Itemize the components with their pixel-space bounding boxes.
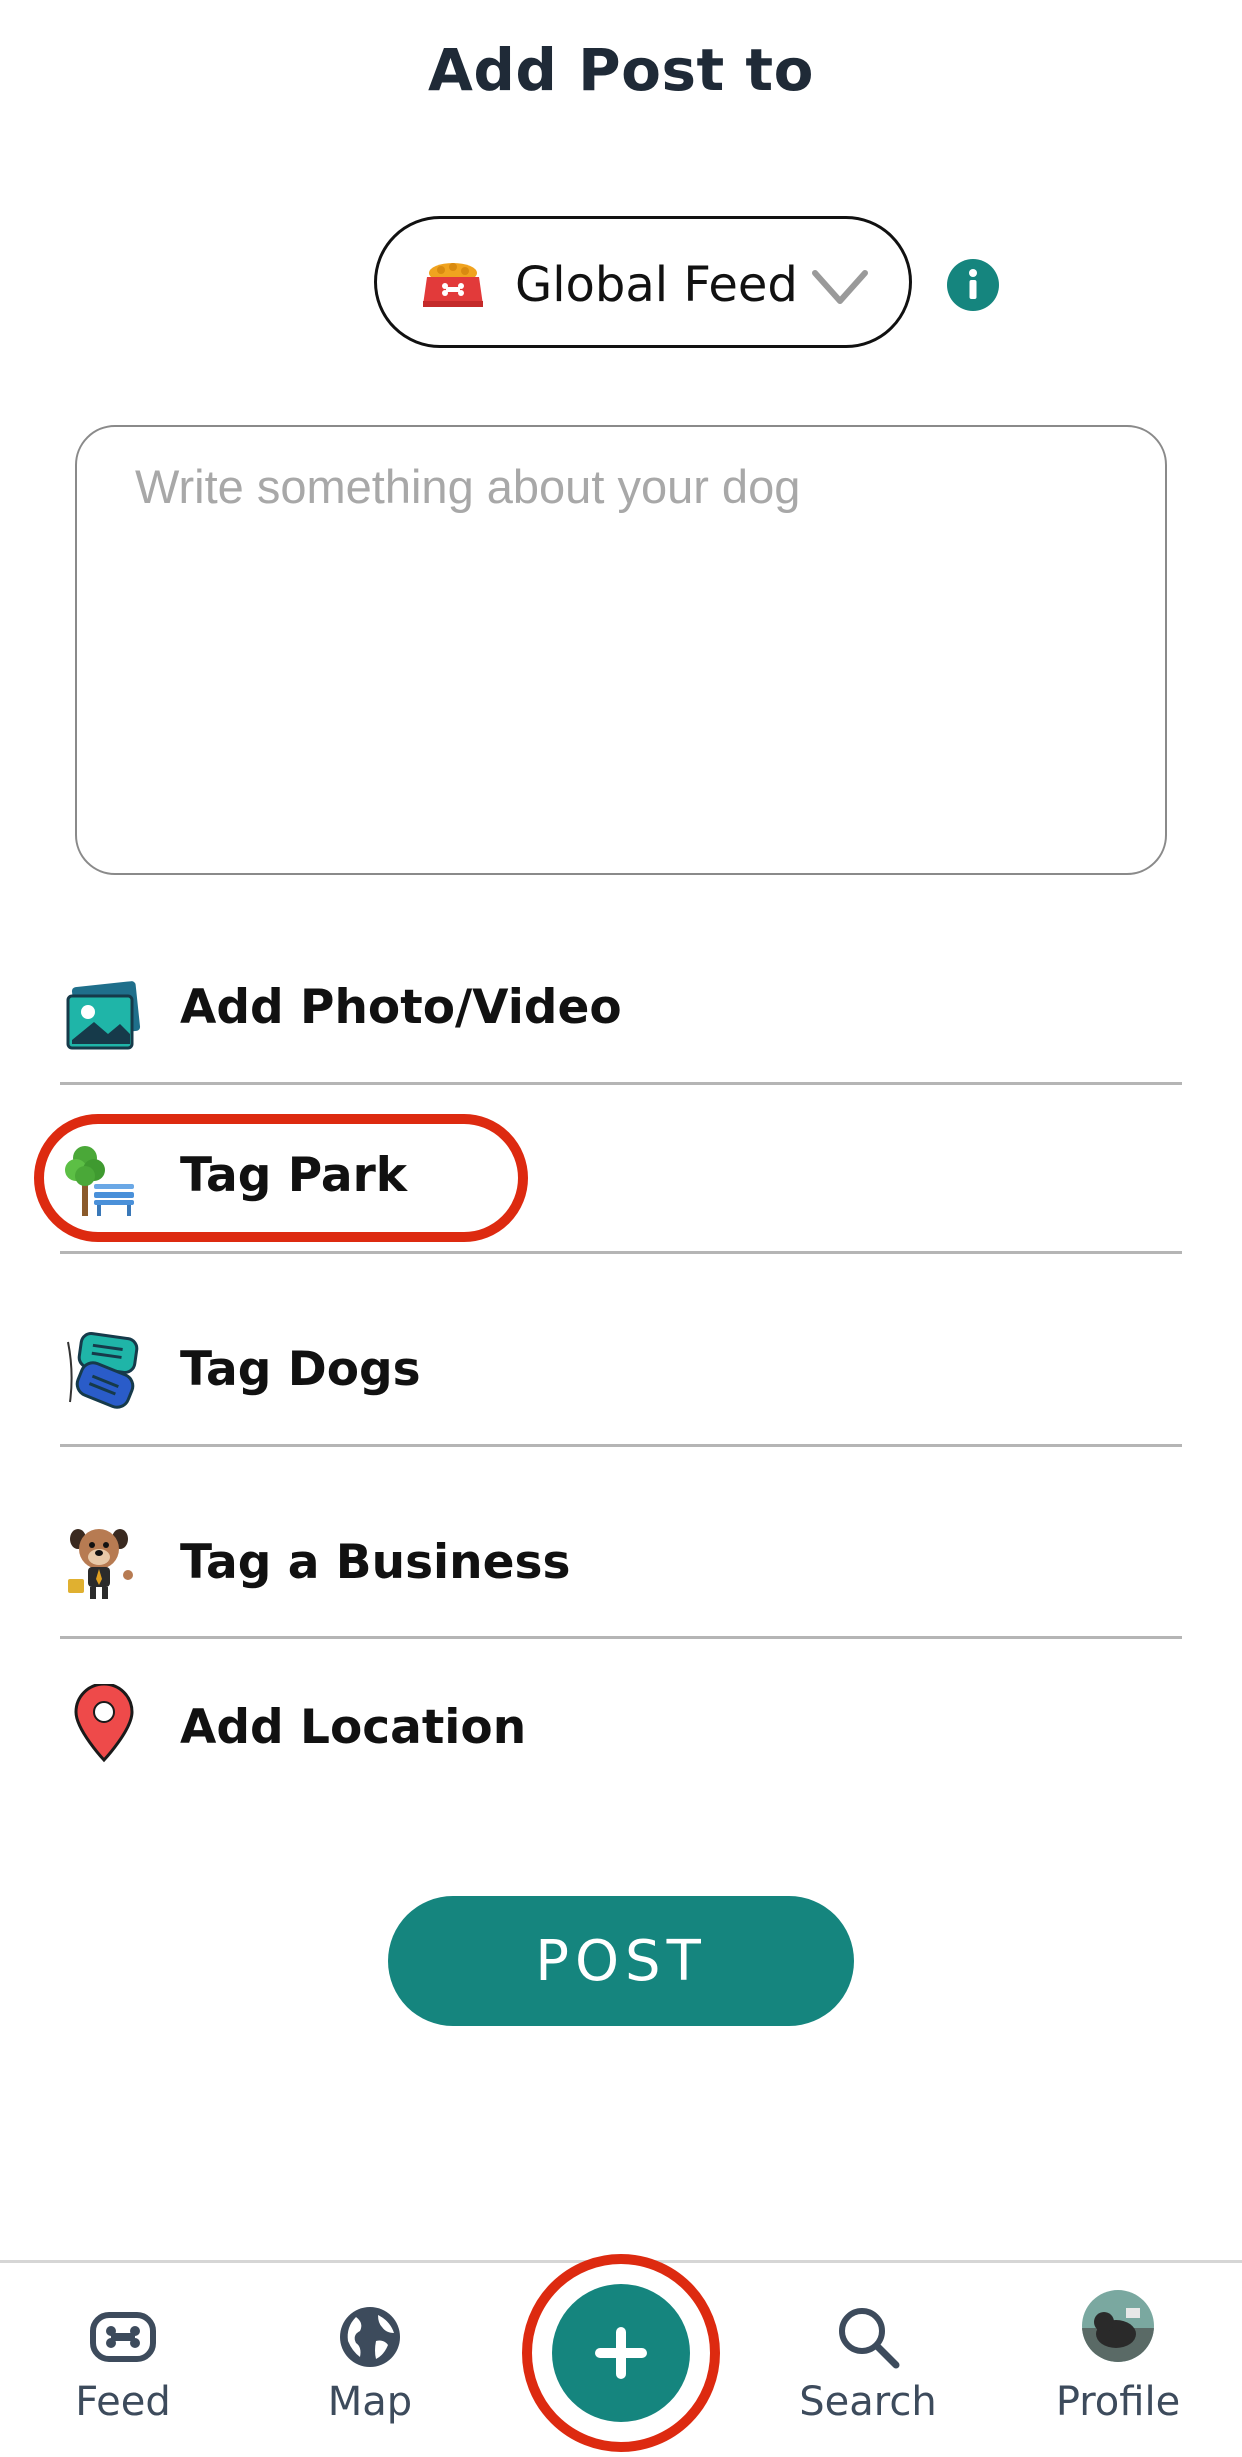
divider (60, 1251, 1182, 1254)
dog-tags-icon (67, 1332, 139, 1409)
add-post-button[interactable] (552, 2284, 690, 2422)
feed-bone-icon (90, 2312, 156, 2362)
feed-selector-label: Global Feed (515, 257, 798, 313)
nav-label: Feed (75, 2379, 171, 2425)
add-photo-video-option[interactable]: Add Photo/Video (0, 970, 1242, 1080)
divider (60, 1444, 1182, 1447)
option-label: Tag a Business (180, 1535, 571, 1590)
globe-icon (340, 2307, 400, 2367)
divider (60, 1636, 1182, 1639)
add-location-option[interactable]: Add Location (0, 1680, 1242, 1790)
post-button[interactable]: POST (388, 1896, 854, 2026)
nav-label: Profile (1055, 2379, 1181, 2425)
photo-video-icon (66, 981, 141, 1050)
post-text-input[interactable] (75, 425, 1167, 875)
feed-selector-dropdown[interactable]: Global Feed (374, 216, 912, 348)
tag-business-option[interactable]: Tag a Business (0, 1515, 1242, 1625)
nav-feed[interactable]: Feed (23, 2263, 223, 2457)
info-icon[interactable] (947, 259, 999, 311)
add-post-plus-icon (595, 2327, 647, 2379)
location-pin-icon (74, 1684, 134, 1763)
dog-bowl-icon (423, 263, 483, 307)
divider (60, 1082, 1182, 1085)
option-label: Tag Dogs (180, 1342, 421, 1397)
search-icon (839, 2308, 900, 2369)
nav-label: Map (327, 2379, 413, 2425)
avatar[interactable] (1082, 2290, 1154, 2362)
page-title: Add Post to (428, 36, 814, 104)
nav-label: Search (799, 2379, 937, 2425)
tag-dogs-option[interactable]: Tag Dogs (0, 1320, 1242, 1430)
highlight-annotation (34, 1114, 528, 1242)
nav-search[interactable]: Search (768, 2263, 968, 2457)
option-label: Add Location (180, 1700, 527, 1755)
nav-map[interactable]: Map (270, 2263, 470, 2457)
chevron-down-icon (812, 270, 868, 304)
business-dog-icon (68, 1529, 133, 1599)
option-label: Add Photo/Video (180, 980, 622, 1035)
